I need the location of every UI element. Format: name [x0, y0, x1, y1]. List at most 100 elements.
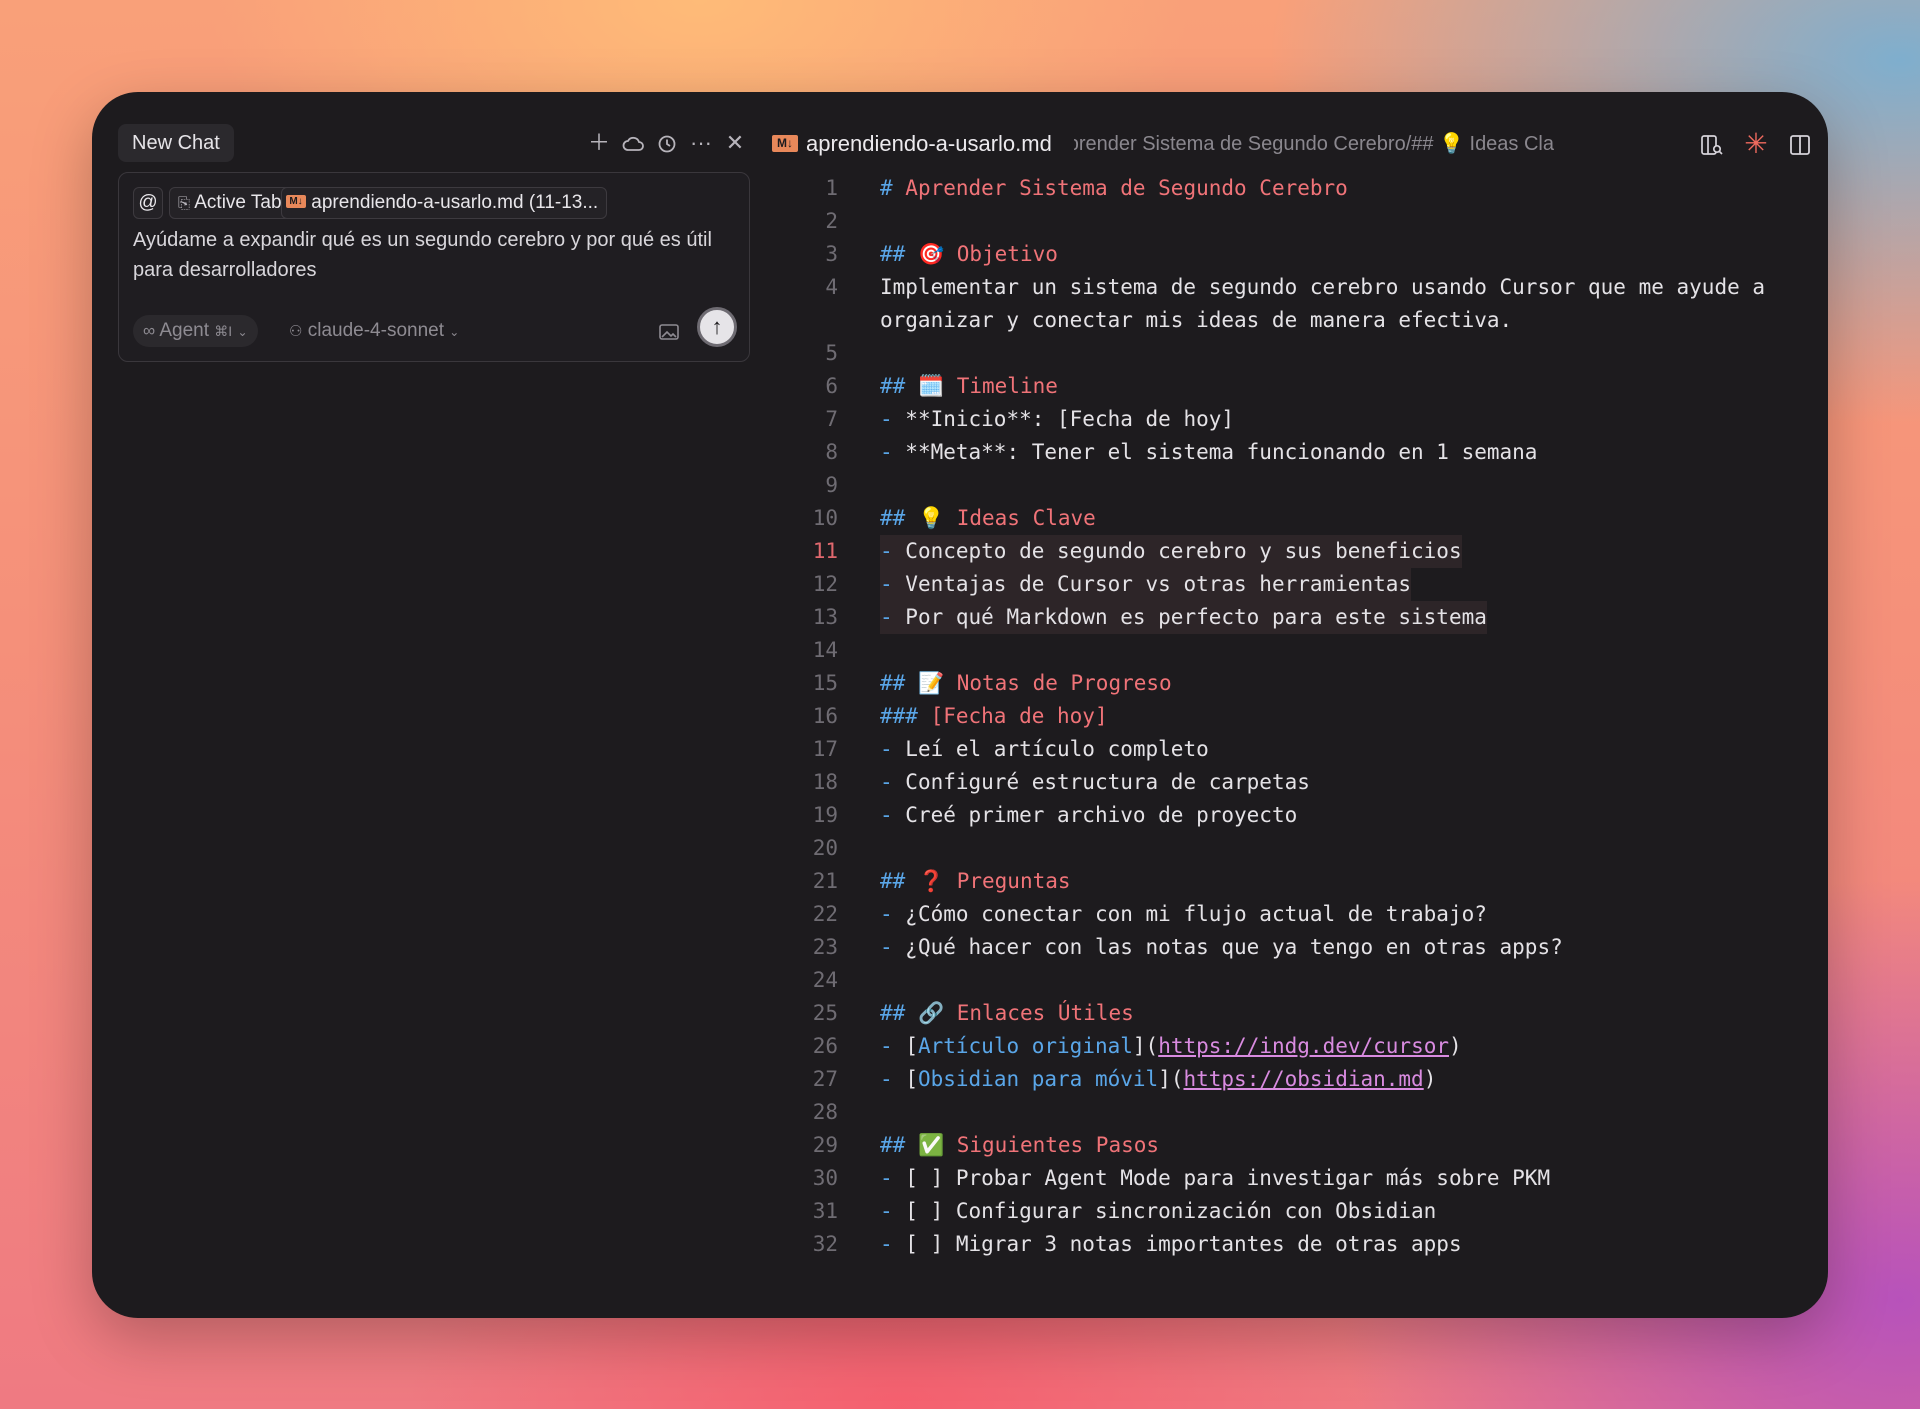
code-line[interactable]: 26 - [Artículo original](https://indg.dev…	[772, 1030, 1828, 1063]
line-number: 2	[825, 209, 838, 233]
code-line[interactable]: 18 - Configuré estructura de carpetas	[772, 766, 1828, 799]
code-line[interactable]: 28	[772, 1096, 1828, 1129]
line-text: - [ ] Migrar 3 notas importantes de otra…	[880, 1232, 1462, 1256]
line-text: - Configuré estructura de carpetas	[880, 770, 1310, 794]
line-text: ## 🔗 Enlaces Útiles	[880, 1001, 1134, 1025]
code-line[interactable]: organizar y conectar mis ideas de manera…	[772, 304, 1828, 337]
line-number: 21	[812, 869, 838, 893]
chat-composer[interactable]: @ ⎘ Active Tab M↓ aprendiendo-a-usarlo.m…	[118, 172, 750, 362]
line-number: 17	[812, 737, 838, 761]
code-line[interactable]: 27 - [Obsidian para móvil](https://obsidi…	[772, 1063, 1828, 1096]
line-number: 14	[812, 638, 838, 662]
code-line[interactable]: 1 # Aprender Sistema de Segundo Cerebro	[772, 172, 1828, 205]
line-number: 20	[812, 836, 838, 860]
code-line[interactable]: 16 ### [Fecha de hoy]	[772, 700, 1828, 733]
cloud-icon[interactable]	[616, 124, 650, 162]
file-copy-icon: ⎘	[178, 195, 191, 212]
active-tab-chip[interactable]: ⎘ Active Tab	[169, 187, 291, 219]
code-line[interactable]: 5	[772, 337, 1828, 370]
mention-button[interactable]: @	[133, 187, 163, 219]
code-line[interactable]: 29 ## ✅ Siguientes Pasos	[772, 1129, 1828, 1162]
composer-footer: ∞ Agent ⌘I ⌄ ⚇ claude-4-sonnet ⌄ ↑	[133, 307, 737, 349]
file-tab[interactable]: M↓ aprendiendo-a-usarlo.md	[772, 122, 1052, 166]
image-icon[interactable]	[655, 317, 683, 345]
line-number: 15	[812, 671, 838, 695]
code-line[interactable]: 8 - **Meta**: Tener el sistema funcionand…	[772, 436, 1828, 469]
chevron-down-icon: ⌄	[449, 325, 460, 339]
history-icon[interactable]	[650, 124, 684, 162]
line-number: 22	[812, 902, 838, 926]
editor-panel: M↓ aprendiendo-a-usarlo.md Aprender Siste…	[772, 92, 1828, 1318]
code-line[interactable]: 31 - [ ] Configurar sincronización con Ob…	[772, 1195, 1828, 1228]
file-context-chip[interactable]: M↓ aprendiendo-a-usarlo.md (11-13...	[281, 187, 608, 219]
editor-header: M↓ aprendiendo-a-usarlo.md Aprender Siste…	[772, 122, 1828, 166]
at-icon: @	[138, 192, 158, 213]
code-line[interactable]: 13 - Por qué Markdown es perfecto para es…	[772, 601, 1828, 634]
code-line[interactable]: 6 ## 🗓️ Timeline	[772, 370, 1828, 403]
line-text: - ¿Cómo conectar con mi flujo actual de …	[880, 902, 1487, 926]
line-text: - Ventajas de Cursor vs otras herramient…	[880, 568, 1412, 601]
code-line[interactable]: 23 - ¿Qué hacer con las notas que ya teng…	[772, 931, 1828, 964]
line-number: 31	[812, 1199, 838, 1223]
line-number: 7	[825, 407, 838, 431]
code-line[interactable]: 32 - [ ] Migrar 3 notas importantes de ot…	[772, 1228, 1828, 1261]
line-number: 26	[812, 1034, 838, 1058]
code-line[interactable]: 17 - Leí el artículo completo	[772, 733, 1828, 766]
code-line[interactable]: 14	[772, 634, 1828, 667]
active-tab-label: Active Tab	[194, 192, 282, 213]
line-number: 28	[812, 1100, 838, 1124]
line-text: ### [Fecha de hoy]	[880, 704, 1108, 728]
code-line[interactable]: 3 ## 🎯 Objetivo	[772, 238, 1828, 271]
more-icon[interactable]: ···	[684, 124, 718, 162]
line-number: 30	[812, 1166, 838, 1190]
line-text: ## 📝 Notas de Progreso	[880, 671, 1172, 695]
model-selector[interactable]: ⚇ claude-4-sonnet ⌄	[289, 315, 459, 347]
mode-selector[interactable]: ∞ Agent ⌘I ⌄	[133, 315, 258, 347]
code-line[interactable]: 25 ## 🔗 Enlaces Útiles	[772, 997, 1828, 1030]
code-line[interactable]: 22 - ¿Cómo conectar con mi flujo actual d…	[772, 898, 1828, 931]
code-line[interactable]: 21 ## ❓ Preguntas	[772, 865, 1828, 898]
line-text: - [ ] Configurar sincronización con Obsi…	[880, 1199, 1437, 1223]
line-number: 10	[812, 506, 838, 530]
code-line[interactable]: 24	[772, 964, 1828, 997]
split-editor-icon[interactable]	[1782, 126, 1818, 162]
code-line[interactable]: 10 ## 💡 Ideas Clave	[772, 502, 1828, 535]
line-text: - [ ] Probar Agent Mode para investigar …	[880, 1166, 1551, 1190]
breadcrumb[interactable]: Aprender Sistema de Segundo Cerebro/## 💡…	[1074, 122, 1554, 166]
line-number: 4	[825, 275, 838, 299]
code-line[interactable]: 11 - Concepto de segundo cerebro y sus be…	[772, 535, 1828, 568]
line-text: ## 💡 Ideas Clave	[880, 506, 1096, 530]
arrow-up-icon: ↑	[711, 314, 723, 339]
code-line[interactable]: 15 ## 📝 Notas de Progreso	[772, 667, 1828, 700]
close-icon[interactable]: ✕	[718, 124, 752, 162]
line-number: 25	[812, 1001, 838, 1025]
code-line[interactable]: 19 - Creé primer archivo de proyecto	[772, 799, 1828, 832]
prompt-input[interactable]: Ayúdame a expandir qué es un segundo cer…	[133, 225, 729, 285]
chat-tab[interactable]: New Chat	[118, 124, 234, 162]
code-line[interactable]: 20	[772, 832, 1828, 865]
line-text: - **Meta**: Tener el sistema funcionando…	[880, 440, 1538, 464]
line-number: 1	[825, 176, 838, 200]
markdown-icon: M↓	[772, 135, 798, 153]
chat-header: New Chat ＋ ··· ✕	[118, 124, 772, 164]
line-number: 29	[812, 1133, 838, 1157]
code-line[interactable]: 9	[772, 469, 1828, 502]
code-line[interactable]: 7 - **Inicio**: [Fecha de hoy]	[772, 403, 1828, 436]
line-text: - ¿Qué hacer con las notas que ya tengo …	[880, 935, 1563, 959]
code-line[interactable]: 4 Implementar un sistema de segundo cereb…	[772, 271, 1828, 304]
line-number: 24	[812, 968, 838, 992]
line-text: - Concepto de segundo cerebro y sus bene…	[880, 535, 1462, 568]
file-name: aprendiendo-a-usarlo.md	[806, 131, 1052, 156]
line-number: 9	[825, 473, 838, 497]
sparkle-icon[interactable]: ✳	[1738, 126, 1774, 162]
code-line[interactable]: 2	[772, 205, 1828, 238]
send-button[interactable]: ↑	[697, 307, 737, 347]
code-area[interactable]: 1 # Aprender Sistema de Segundo Cerebro 2 3…	[772, 172, 1828, 1318]
line-text: - Creé primer archivo de proyecto	[880, 803, 1298, 827]
panel-search-icon[interactable]	[1694, 126, 1730, 162]
code-line[interactable]: 30 - [ ] Probar Agent Mode para investiga…	[772, 1162, 1828, 1195]
unsaved-dot-icon[interactable]: ●	[1826, 126, 1828, 162]
app-window: New Chat ＋ ··· ✕ @ ⎘ Active Tab M↓ apren…	[92, 92, 1828, 1318]
plus-icon[interactable]: ＋	[582, 124, 616, 162]
code-line[interactable]: 12 - Ventajas de Cursor vs otras herramie…	[772, 568, 1828, 601]
